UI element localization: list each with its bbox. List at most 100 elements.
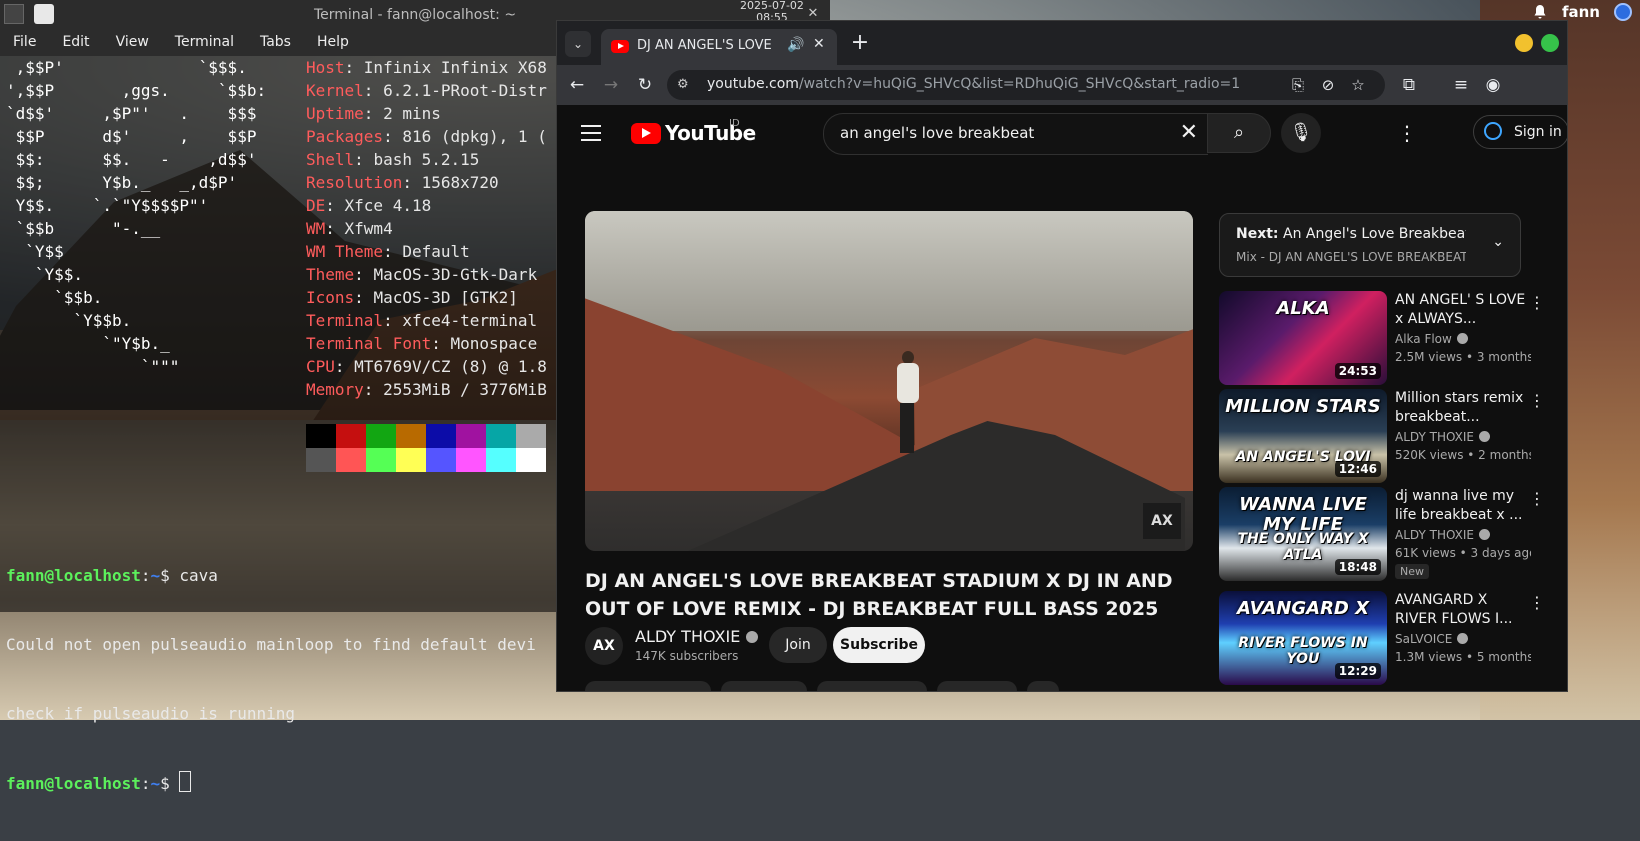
menu-edit[interactable]: Edit [49, 30, 102, 56]
reload-icon[interactable]: ↻ [633, 73, 657, 97]
menu-terminal[interactable]: Terminal [162, 30, 247, 56]
channel-row[interactable]: ALDY THOXIE [1395, 528, 1531, 542]
recommended-video[interactable]: WANNA LIVE MY LIFE THE ONLY WAY X ATLA 18:… [1219, 487, 1545, 581]
media-control-icon[interactable]: ≡ [1449, 73, 1473, 97]
sign-in-button[interactable]: Sign in [1473, 115, 1567, 149]
join-button[interactable]: Join [769, 627, 827, 663]
info-key: CPU [306, 357, 335, 376]
notification-bell-icon[interactable] [1532, 4, 1548, 20]
channel-row[interactable]: Alka Flow [1395, 332, 1531, 346]
ascii-line: $$; Y$b._ _,d$P' [6, 173, 238, 192]
more-options-icon[interactable]: ⋮ [1529, 391, 1545, 410]
video-duration: 18:48 [1334, 559, 1381, 575]
more-options-icon[interactable]: ⋮ [1529, 293, 1545, 312]
menu-help[interactable]: Help [304, 30, 362, 56]
site-info-icon[interactable]: ⚙ [677, 76, 695, 94]
color-swatch [336, 424, 366, 448]
video-duration: 12:29 [1334, 663, 1381, 679]
audio-playing-icon[interactable]: 🔊 [787, 37, 804, 53]
info-value: bash 5.2.15 [373, 150, 480, 169]
channel-row[interactable]: SaLVOICE [1395, 632, 1531, 646]
settings-kebab-icon[interactable]: ⋮ [1395, 119, 1419, 147]
info-line: WM: Xfwm4 [306, 219, 393, 238]
back-arrow-icon[interactable]: ← [565, 73, 589, 97]
clip-button[interactable] [937, 681, 1017, 691]
video-thumbnail[interactable]: AVANGARD X RIVER FLOWS IN YOU 12:29 [1219, 591, 1387, 685]
text-cursor[interactable] [179, 771, 192, 792]
video-title[interactable]: dj wanna live my life breakbeat x ... [1395, 487, 1531, 525]
guide-menu-icon[interactable] [581, 125, 601, 141]
more-options-icon[interactable]: ⋮ [1529, 593, 1545, 612]
user-avatar-icon[interactable] [1614, 3, 1632, 21]
playlist-next-panel[interactable]: Next: An Angel's Love Breakbeat Sta... M… [1219, 213, 1521, 277]
color-swatch [396, 448, 426, 472]
address-bar[interactable]: ⚙ youtube.com/watch?v=huQiG_SHVcQ&list=R… [667, 70, 1385, 100]
url-path: /watch?v=huQiG_SHVcQ&list=RDhuQiG_SHVcQ&… [798, 76, 1241, 92]
more-actions-button[interactable] [1027, 681, 1059, 691]
verified-icon [1456, 333, 1468, 344]
video-title[interactable]: Million stars remix breakbeat... [1395, 389, 1531, 427]
info-key: WM [306, 219, 326, 238]
video-title: DJ AN ANGEL'S LOVE BREAKBEAT STADIUM X D… [585, 570, 1173, 620]
prompt-user: fann@localhost [6, 566, 141, 585]
url-text[interactable]: youtube.com/watch?v=huQiG_SHVcQ&list=RDh… [707, 76, 1240, 92]
prompt-line-1: fann@localhost:~$ cava [6, 566, 218, 585]
voice-search-button[interactable]: 🎙 [1281, 113, 1321, 153]
color-swatch [366, 424, 396, 448]
video-info: Million stars remix breakbeat... ALDY THO… [1395, 389, 1531, 462]
video-meta: 520K views • 2 months ... [1395, 448, 1531, 462]
video-title[interactable]: AVANGARD X RIVER FLOWS I... [1395, 591, 1531, 629]
tab-strip: ⌄ DJ AN ANGEL'S LOVE B 🔊 ✕ + [557, 21, 1567, 65]
recommended-video[interactable]: AVANGARD X RIVER FLOWS IN YOU 12:29 AVANGAR… [1219, 591, 1545, 685]
chevron-down-icon[interactable]: ⌄ [1492, 234, 1504, 250]
color-swatch [366, 448, 396, 472]
info-value: 6.2.1-PRoot-Distr [383, 81, 547, 100]
channel-avatar[interactable]: AX [585, 627, 623, 665]
tab-youtube[interactable]: DJ AN ANGEL'S LOVE B 🔊 ✕ [601, 29, 837, 65]
menu-tabs[interactable]: Tabs [247, 30, 304, 56]
channel-row[interactable]: ALDY THOXIE [1395, 430, 1531, 444]
download-button[interactable] [817, 681, 927, 691]
info-value: xfce4-terminal [402, 311, 538, 330]
window-minimize-button[interactable] [1515, 34, 1533, 52]
terminal-close-icon[interactable]: ✕ [806, 7, 820, 21]
new-badge: New [1395, 564, 1429, 579]
menu-file[interactable]: File [0, 30, 49, 56]
recommended-video[interactable]: ALKA 24:53 AN ANGEL' S LOVE x ALWAYS... Alk… [1219, 291, 1545, 385]
window-maximize-button[interactable] [1541, 34, 1559, 52]
tab-search-icon[interactable]: ⌄ [565, 31, 591, 57]
video-title[interactable]: AN ANGEL' S LOVE x ALWAYS... [1395, 291, 1531, 329]
clear-search-icon[interactable]: ✕ [1180, 120, 1198, 145]
recommended-video[interactable]: MILLION STARS AN ANGEL'S LOVI 12:46 Million… [1219, 389, 1545, 483]
bookmark-star-icon[interactable]: ☆ [1347, 74, 1369, 96]
eye-off-icon[interactable]: ⊘ [1317, 74, 1339, 96]
video-player[interactable]: AX [585, 211, 1193, 551]
install-app-icon[interactable]: ⎘ [1287, 74, 1309, 96]
video-thumbnail[interactable]: ALKA 24:53 [1219, 291, 1387, 385]
next-title: An Angel's Love Breakbeat Sta... [1283, 226, 1466, 242]
new-tab-icon[interactable]: + [847, 31, 873, 57]
profile-icon[interactable]: ◉ [1481, 73, 1505, 97]
info-value: Default [402, 242, 470, 261]
prompt-symbol: $ [160, 774, 180, 793]
like-dislike-button[interactable] [585, 681, 711, 691]
video-thumbnail[interactable]: MILLION STARS AN ANGEL'S LOVI 12:46 [1219, 389, 1387, 483]
tab-close-icon[interactable]: ✕ [813, 36, 825, 52]
info-line: Packages: 816 (dpkg), 1 ( [306, 127, 547, 146]
user-menu[interactable]: fann [1562, 3, 1600, 21]
share-button[interactable] [721, 681, 807, 691]
channel-watermark[interactable]: AX [1143, 503, 1181, 539]
menu-view[interactable]: View [103, 30, 162, 56]
color-swatch [456, 448, 486, 472]
info-key: Shell [306, 150, 355, 169]
video-thumbnail[interactable]: WANNA LIVE MY LIFE THE ONLY WAY X ATLA 18:… [1219, 487, 1387, 581]
forward-arrow-icon[interactable]: → [599, 73, 623, 97]
search-button[interactable]: ⌕ [1207, 113, 1271, 153]
channel-name-row[interactable]: ALDY THOXIE [635, 627, 759, 646]
ascii-line: ',$$P ,ggs. `$$b: [6, 81, 267, 100]
distro-ascii-logo: ,$$P' `$$$. ',$$P ,ggs. `$$b: `d$$' ,$P"' … [6, 56, 266, 378]
extensions-icon[interactable]: ⧉ [1397, 73, 1421, 97]
search-input[interactable]: an angel's love breakbeat ✕ [823, 113, 1208, 155]
subscribe-button[interactable]: Subscribe [833, 627, 925, 663]
more-options-icon[interactable]: ⋮ [1529, 489, 1545, 508]
